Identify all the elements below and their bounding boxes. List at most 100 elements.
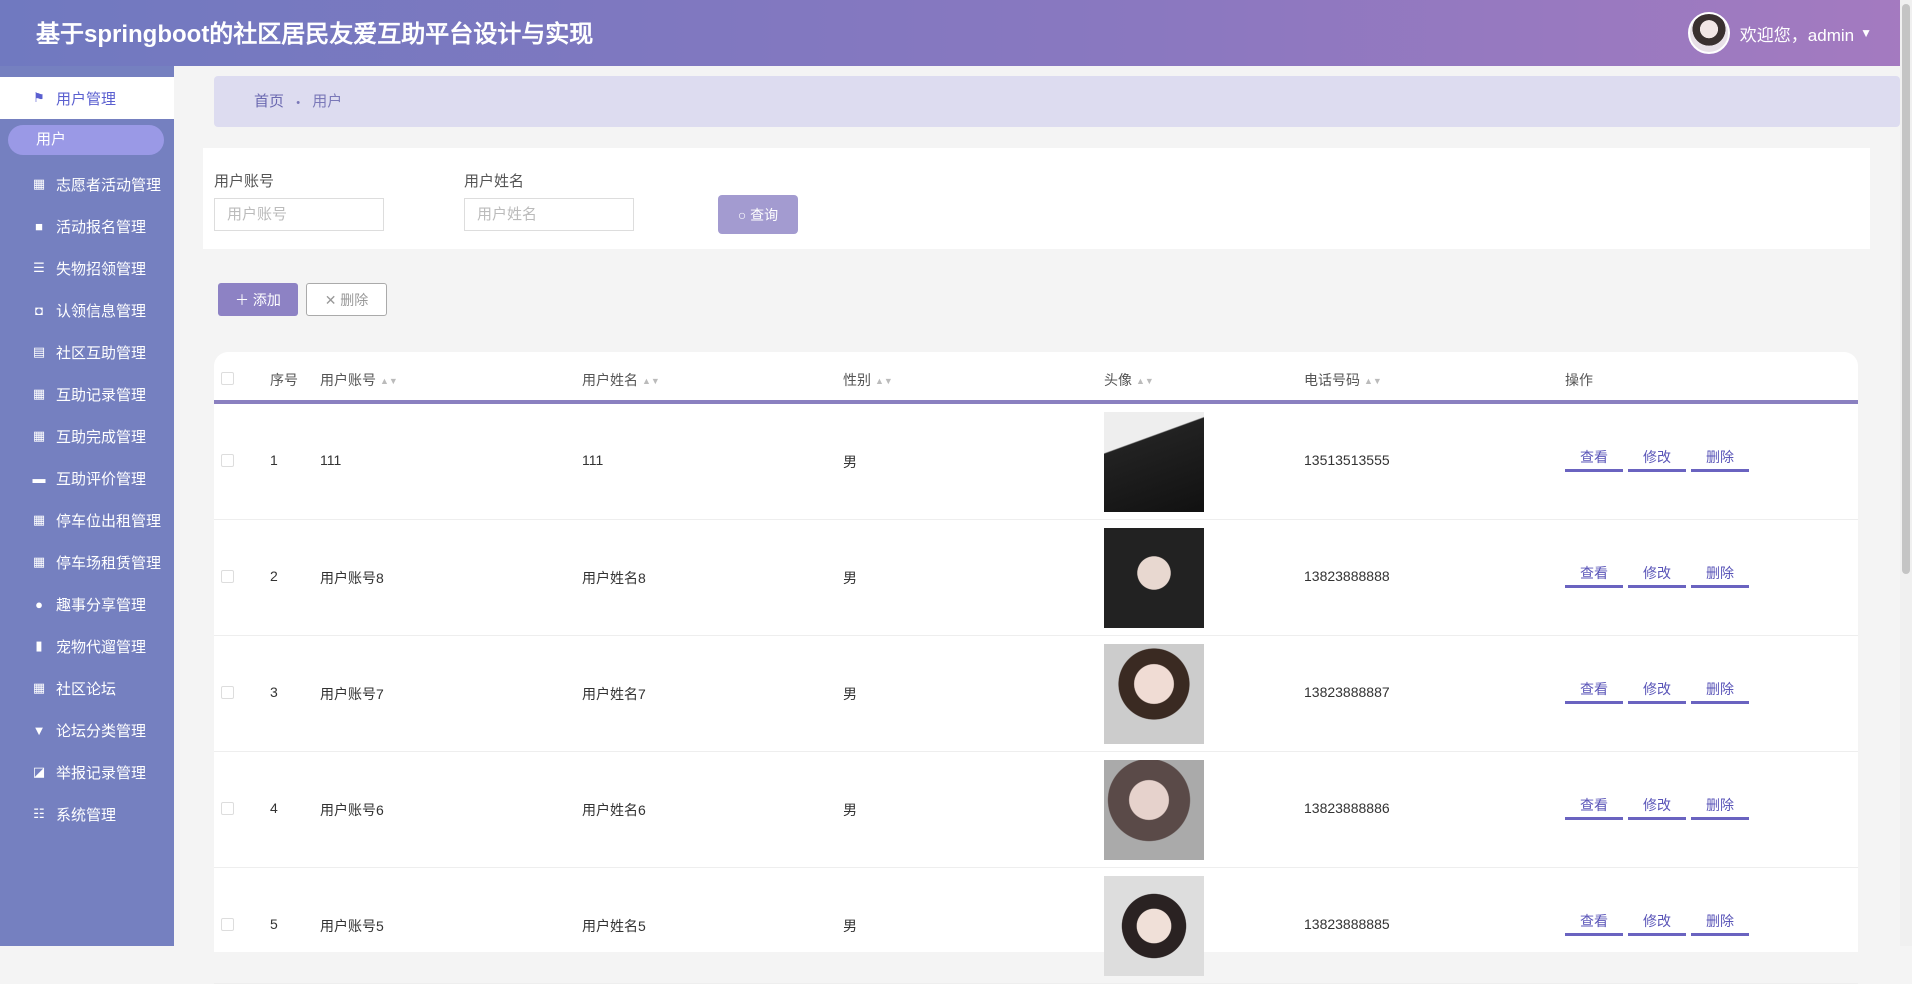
edit-button[interactable]: 修改 (1628, 676, 1686, 704)
header-name[interactable]: 用户姓名 ▲▼ (582, 370, 660, 390)
sidebar-item[interactable]: ● 趣事分享管理 (0, 583, 174, 625)
sidebar-item-label: 趣事分享管理 (56, 596, 147, 614)
sidebar-item-user-management[interactable]: ⚑ 用户管理 (0, 77, 174, 119)
name-label: 用户姓名 (464, 173, 525, 190)
row-checkbox[interactable] (221, 686, 234, 699)
sidebar-item-label: 停车场租赁管理 (56, 554, 162, 572)
search-panel: 用户账号 用户姓名 ○ 查询 (203, 148, 1870, 249)
cell-name: 111 (582, 452, 604, 468)
cell-name: 用户姓名6 (582, 802, 646, 818)
cell-gender: 男 (843, 686, 857, 702)
wallet-icon: ◘ (35, 302, 43, 318)
sidebar-item[interactable]: ■ 活动报名管理 (0, 205, 174, 247)
delete-row-button[interactable]: 删除 (1691, 908, 1749, 936)
view-button[interactable]: 查看 (1565, 444, 1623, 472)
sliders-icon: ☷ (33, 806, 45, 821)
table-row: 2 用户账号8 用户姓名8 男 13823888888 查看 修改 删除 (214, 520, 1858, 636)
view-button[interactable]: 查看 (1565, 908, 1623, 936)
breadcrumb-home[interactable]: 首页 (254, 93, 284, 110)
cell-phone: 13823888885 (1304, 916, 1390, 932)
sidebar-item[interactable]: ▦ 停车场租赁管理 (0, 541, 174, 583)
sidebar-item[interactable]: ▦ 互助完成管理 (0, 415, 174, 457)
row-checkbox[interactable] (221, 802, 234, 815)
sidebar-item[interactable]: ▤ 社区互助管理 (0, 331, 174, 373)
sidebar-item[interactable]: ▮ 宠物代遛管理 (0, 625, 174, 667)
table-row: 4 用户账号6 用户姓名6 男 13823888886 查看 修改 删除 (214, 752, 1858, 868)
delete-row-button[interactable]: 删除 (1691, 676, 1749, 704)
sidebar-item[interactable]: ▦ 互助记录管理 (0, 373, 174, 415)
grid-icon: ▦ (32, 554, 46, 569)
sidebar-item-label: 互助完成管理 (56, 428, 147, 446)
sidebar-item[interactable]: ◪ 举报记录管理 (0, 751, 174, 793)
cell-gender: 男 (843, 570, 857, 586)
user-table: 序号 用户账号 ▲▼ 用户姓名 ▲▼ 性别 ▲▼ 头像 ▲▼ 电话号码 ▲▼ 操作 1 1… (214, 352, 1858, 984)
delete-row-button[interactable]: 删除 (1691, 792, 1749, 820)
breadcrumb-current: 用户 (312, 93, 343, 110)
delete-row-button[interactable]: 删除 (1691, 444, 1749, 472)
sidebar-item[interactable]: ☰ 失物招领管理 (0, 247, 174, 289)
user-menu[interactable]: 欢迎您，admin ▼ (1687, 12, 1872, 54)
sidebar-item[interactable]: ▬ 互助评价管理 (0, 457, 174, 499)
sort-icon: ▲▼ (380, 376, 398, 386)
row-checkbox[interactable] (221, 918, 234, 931)
sidebar-item[interactable]: ▦ 停车位出租管理 (0, 499, 174, 541)
sidebar-item[interactable]: ☷ 系统管理 (0, 793, 174, 835)
cell-name: 用户姓名5 (582, 918, 646, 934)
grid-icon: ▦ (32, 176, 46, 191)
header-account[interactable]: 用户账号 ▲▼ (320, 370, 398, 390)
delete-row-button[interactable]: 删除 (1691, 560, 1749, 588)
add-button[interactable]: ＋ 添加 (218, 283, 298, 316)
view-button[interactable]: 查看 (1565, 792, 1623, 820)
sidebar-item-label: 认领信息管理 (56, 302, 147, 320)
scrollbar[interactable] (1900, 0, 1912, 946)
sidebar-item[interactable]: ▦ 社区论坛 (0, 667, 174, 709)
account-label: 用户账号 (214, 173, 275, 190)
avatar-image (1104, 876, 1204, 976)
flag-icon: ⚑ (33, 90, 45, 105)
view-button[interactable]: 查看 (1565, 676, 1623, 704)
sort-icon: ▲▼ (875, 376, 893, 386)
bar-chart-icon: ▮ (35, 638, 43, 653)
row-checkbox[interactable] (221, 454, 234, 467)
name-input[interactable] (464, 198, 634, 231)
select-all-checkbox[interactable] (221, 372, 234, 385)
search-icon: ○ (737, 206, 751, 223)
caret-down-icon[interactable]: ▼ (1860, 26, 1872, 40)
scrollbar-thumb[interactable] (1902, 4, 1910, 574)
header-avatar[interactable]: 头像 ▲▼ (1104, 370, 1154, 390)
sidebar-item[interactable]: ▼ 论坛分类管理 (0, 709, 174, 751)
query-button[interactable]: ○ 查询 (718, 195, 798, 234)
sort-icon: ▲▼ (1136, 376, 1154, 386)
edit-button[interactable]: 修改 (1628, 444, 1686, 472)
table-row: 3 用户账号7 用户姓名7 男 13823888887 查看 修改 删除 (214, 636, 1858, 752)
top-header: 基于springboot的社区居民友爱互助平台设计与实现 欢迎您，admin ▼ (0, 0, 1912, 66)
ticket-icon: ▬ (32, 470, 46, 486)
delete-button[interactable]: ✕ 删除 (306, 283, 387, 316)
breadcrumb-separator: • (296, 97, 301, 109)
table-row: 5 用户账号5 用户姓名5 男 13823888885 查看 修改 删除 (214, 868, 1858, 984)
account-input[interactable] (214, 198, 384, 231)
user-icon: ● (35, 596, 43, 612)
sort-icon: ▲▼ (1364, 376, 1382, 386)
sidebar-item[interactable]: ▦ 志愿者活动管理 (0, 163, 174, 205)
view-button[interactable]: 查看 (1565, 560, 1623, 588)
sidebar-subitem-user[interactable]: 用户 (8, 125, 164, 155)
sidebar-item-label: 社区互助管理 (56, 344, 147, 362)
header-gender[interactable]: 性别 ▲▼ (843, 370, 893, 390)
line-chart-icon: ◪ (32, 764, 46, 779)
header-phone[interactable]: 电话号码 ▲▼ (1304, 370, 1382, 390)
sidebar-item-label: 系统管理 (56, 806, 117, 824)
sidebar-item-label: 停车位出租管理 (56, 512, 162, 530)
app-title: 基于springboot的社区居民友爱互助平台设计与实现 (36, 21, 594, 48)
cell-gender: 男 (843, 918, 857, 934)
sidebar-item-label: 用户管理 (56, 90, 117, 108)
edit-button[interactable]: 修改 (1628, 560, 1686, 588)
sidebar-item-label: 志愿者活动管理 (56, 176, 162, 194)
row-checkbox[interactable] (221, 570, 234, 583)
avatar[interactable] (1687, 12, 1730, 54)
cell-no: 1 (270, 452, 278, 468)
edit-button[interactable]: 修改 (1628, 908, 1686, 936)
sidebar-item-label: 论坛分类管理 (56, 722, 147, 740)
edit-button[interactable]: 修改 (1628, 792, 1686, 820)
sidebar-item[interactable]: ◘ 认领信息管理 (0, 289, 174, 331)
